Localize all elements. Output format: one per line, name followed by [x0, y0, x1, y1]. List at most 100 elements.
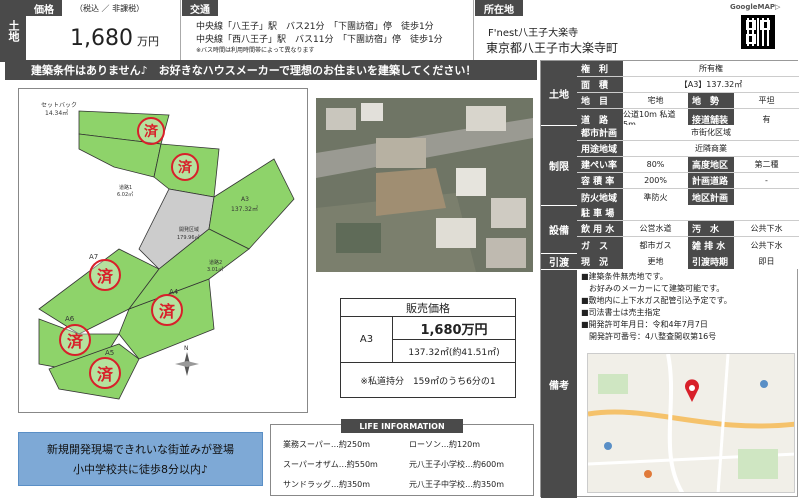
sold-seal: 済	[59, 324, 91, 356]
spec-label: ガ ス	[577, 237, 623, 253]
land-badge-text: 土地	[7, 20, 20, 42]
road2-label: 道路2	[209, 259, 222, 266]
spec-value	[734, 189, 799, 205]
plot-svg: セットバック 14.34㎡ A3 137.32㎡ 開発区域 179.96㎡ 道路…	[38, 102, 295, 400]
setback-area: 14.34㎡	[45, 109, 68, 117]
spec-value	[623, 205, 799, 220]
life-info-box: LIFE INFORMATION 業務スーパー…約250m ローソン…約120m…	[270, 419, 534, 496]
access-line-1: 中央線「八王子」駅 バス21分 「下團訪宿」停 徒歩1分	[196, 22, 434, 32]
remark-line: ■開発許可年月日：令和4年7月7日	[581, 320, 708, 329]
spec-label: 権 利	[577, 61, 623, 76]
promo-line-2: 小中学校共に徒歩8分以内♪	[72, 463, 209, 476]
header-divider	[180, 0, 181, 62]
spec-value: 【A3】137.32㎡	[623, 77, 799, 92]
spec-value: 所有権	[623, 61, 799, 76]
remark-line: ■敷地内に上下水ガス配管引込予定です。	[581, 296, 732, 305]
spec-label: 防火地域	[577, 189, 623, 205]
road1-area: 6.02㎡	[117, 191, 133, 198]
spec-label: 高度地区	[688, 157, 734, 172]
price-box-area: 137.32㎡(約41.51㎡)	[408, 347, 500, 358]
location-label: 所在地	[475, 0, 523, 16]
life-item: 元八王子中学校…約350m	[409, 480, 505, 489]
spec-value: 80%	[623, 157, 688, 172]
spec-value: 都市ガス	[623, 237, 688, 253]
remark-line: ■建築条件無売地です。	[581, 272, 668, 281]
price-box-title: 販売価格	[341, 299, 515, 317]
life-item: ローソン…約120m	[409, 440, 481, 449]
spec-value: 200%	[623, 173, 688, 188]
section-restrict: 制限	[541, 125, 577, 205]
lot-a5-label: A5	[105, 349, 114, 357]
sold-seal: 済	[137, 117, 165, 145]
spec-value: 市街化区域	[623, 125, 799, 140]
google-map-link[interactable]: GoogleMAP▷	[730, 3, 780, 11]
life-item: 元八王子小学校…約600m	[409, 460, 505, 469]
remarks-list: ■建築条件無売地です。 お好みのメーカーにて建築可能です。 ■敷地内に上下水ガス…	[581, 271, 795, 343]
remark-line: お好みのメーカーにて建築可能です。	[581, 284, 725, 293]
dev-area-label: 開発区域	[179, 226, 199, 233]
price-box-lot: A3	[341, 317, 393, 362]
plot-diagram: セットバック 14.34㎡ A3 137.32㎡ 開発区域 179.96㎡ 道路…	[18, 88, 308, 413]
location-map-svg	[588, 354, 794, 492]
compass-icon: N	[175, 345, 199, 376]
banner-text: 建築条件はありません♪ お好きなハウスメーカーで理想のお住まいを建築してください…	[31, 64, 477, 77]
aerial-photo-svg	[316, 98, 533, 272]
road1-label: 道路1	[119, 184, 132, 191]
spec-label: 現 況	[577, 253, 623, 269]
lot-a6-label: A6	[65, 315, 75, 323]
spec-label: 雑 排 水	[688, 237, 734, 253]
location-address: 東京都八王子市大楽寺町	[486, 41, 619, 55]
lot-a3-area: 137.32㎡	[231, 205, 258, 213]
life-item: サンドラッグ…約350m	[283, 480, 371, 489]
svg-text:N: N	[184, 345, 189, 352]
section-handover: 引渡	[541, 253, 577, 269]
land-badge: 土地	[0, 0, 26, 62]
sold-seal: 済	[151, 294, 183, 326]
banner: 建築条件はありません♪ お好きなハウスメーカーで理想のお住まいを建築してください…	[5, 60, 537, 80]
section-facility: 設備	[541, 205, 577, 253]
life-info-title: LIFE INFORMATION	[341, 419, 463, 433]
access-label: 交通	[182, 0, 218, 16]
spec-value: 公共下水	[734, 221, 799, 236]
remark-line: ■司法書士は売主指定	[581, 308, 661, 317]
section-land: 土地	[541, 61, 577, 125]
spec-label: 引渡時期	[688, 253, 734, 269]
spec-table: 土地 権 利 所有権 面 積 【A3】137.32㎡ 地 目 宅地 地 勢 平坦…	[540, 60, 799, 498]
dev-area-value: 179.96㎡	[177, 234, 200, 241]
spec-label: 容 積 率	[577, 173, 623, 188]
price-box: 販売価格 A3 1,680万円 137.32㎡(約41.51㎡) ※私道持分 1…	[340, 298, 516, 398]
tax-note: （税込 ／ 非課税）	[75, 4, 145, 13]
sold-seal: 済	[171, 153, 199, 181]
price-box-price: 1,680万円	[393, 317, 515, 340]
spec-label: 面 積	[577, 77, 623, 92]
access-note: ※バス時間は利用時間帯によって異なります	[196, 47, 315, 54]
spec-label: 地区計画	[688, 189, 734, 205]
spec-label: 都市計画	[577, 125, 623, 140]
promo-box: 新規開発現場できれいな街並みが登場 小中学校共に徒歩8分以内♪	[18, 432, 263, 486]
sold-seal: 済	[89, 357, 121, 389]
spec-label: 建ぺい率	[577, 157, 623, 172]
access-line-2: 中央線「西八王子」駅 バス11分 「下團訪宿」停 徒歩1分	[196, 35, 443, 45]
lot-a3-label: A3	[241, 196, 249, 203]
spec-label: 地 勢	[688, 93, 734, 108]
spec-value: 即日	[734, 253, 799, 269]
section-remarks: 備考	[541, 269, 577, 498]
spec-value: 公共下水	[734, 237, 799, 253]
setback-label: セットバック	[41, 102, 77, 109]
spec-value: 更地	[623, 253, 688, 269]
location-map	[587, 353, 795, 493]
price-value-row: 1,680 万円	[70, 26, 159, 51]
spec-label: 飲 用 水	[577, 221, 623, 236]
spec-value: 準防火	[623, 189, 688, 205]
spec-label: 駐 車 場	[577, 205, 623, 220]
life-item: スーパーオザム…約550m	[283, 460, 378, 469]
spec-value: 近隣商業	[623, 141, 799, 156]
spec-value: 宅地	[623, 93, 688, 108]
remark-line: 開発許可番号：4八整査開収第16号	[581, 332, 717, 341]
spec-label: 地 目	[577, 93, 623, 108]
promo-line-1: 新規開発現場できれいな街並みが登場	[47, 443, 234, 456]
qr-code-icon[interactable]	[741, 15, 775, 49]
price-box-share: ※私道持分 159㎡のうち6分の1	[360, 376, 496, 387]
spec-label: 用途地域	[577, 141, 623, 156]
sold-seal: 済	[89, 259, 121, 291]
